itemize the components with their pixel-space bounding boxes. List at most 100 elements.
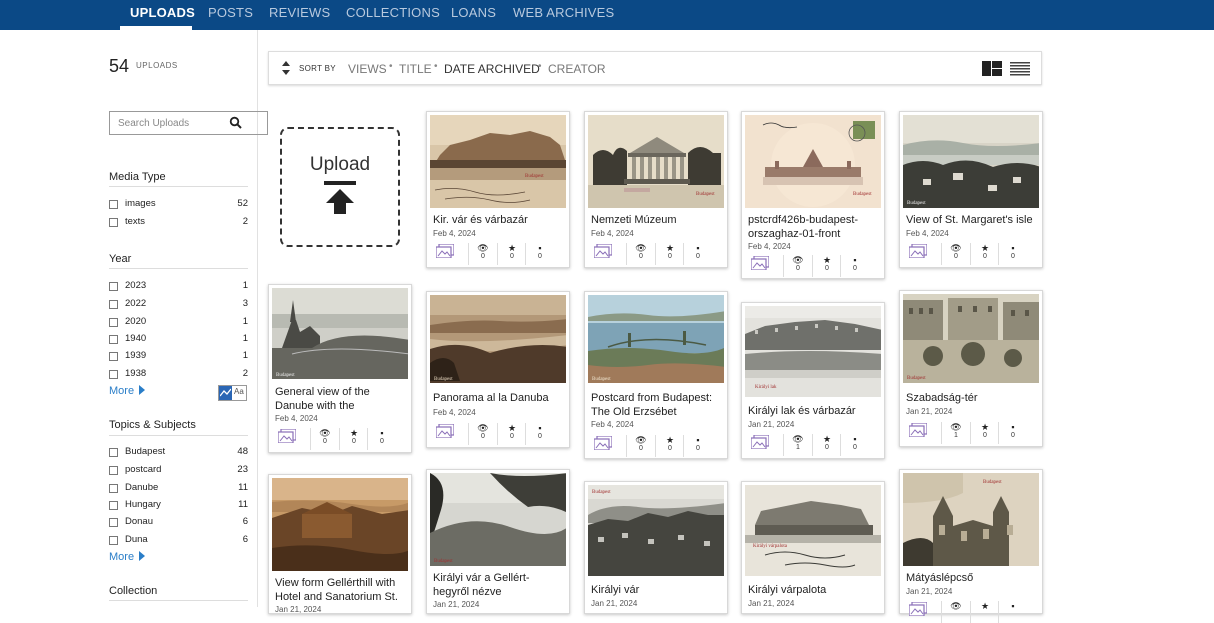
facet-item-year[interactable]: 1939 1 [109, 350, 248, 364]
facet-item-topic[interactable]: Donau 6 [109, 516, 248, 530]
checkbox[interactable] [109, 536, 118, 545]
facet-item-year[interactable]: 1940 1 [109, 333, 248, 347]
item-card[interactable]: Budapest Királyi vár a Gellért-hegyről n… [426, 469, 570, 614]
item-title[interactable]: Nemzeti Múzeum [591, 213, 721, 227]
sort-arrows-icon[interactable] [281, 60, 291, 76]
item-thumbnail[interactable]: Budapest [430, 473, 566, 566]
item-card[interactable]: View form Gellérthill with Hotel and San… [268, 474, 412, 614]
item-title[interactable]: General view of the Danube with the [275, 385, 405, 413]
sort-by-label: SORT BY [299, 64, 336, 73]
facet-item-year[interactable]: 2020 1 [109, 316, 248, 330]
item-title[interactable]: Királyi lak és várbazár [748, 404, 878, 418]
eye-icon: 👁 [635, 243, 647, 253]
item-thumbnail[interactable]: Budapest [588, 115, 724, 208]
item-thumbnail[interactable]: Budapest [588, 485, 724, 576]
checkbox[interactable] [109, 352, 118, 361]
item-card[interactable]: Királyi várpalota Királyi várpalota Jan … [741, 481, 885, 614]
checkbox[interactable] [109, 501, 118, 510]
item-title[interactable]: Kir. vár és várbazár [433, 213, 563, 227]
item-card[interactable]: Budapest Panorama al la Danuba Feb 4, 20… [426, 291, 570, 448]
item-thumbnail[interactable]: Budapest [903, 115, 1039, 208]
topics-more-link[interactable]: More [109, 551, 146, 563]
item-title[interactable]: Királyi vár [591, 583, 721, 597]
item-card[interactable]: Budapest General view of the Danube with… [268, 284, 412, 453]
checkbox[interactable] [109, 518, 118, 527]
item-title[interactable]: Szabadság-tér [906, 391, 1036, 405]
item-thumbnail[interactable]: Budapest [903, 473, 1039, 566]
facet-item-year[interactable]: 2022 3 [109, 298, 248, 312]
item-card[interactable]: Budapest Szabadság-tér Jan 21, 2024 👁 1 ★… [899, 290, 1043, 447]
tab-posts[interactable]: POSTS [208, 5, 253, 20]
item-card[interactable]: Budapest pstcrdf426b-budapest-orszaghaz-… [741, 111, 885, 279]
topic-sort-toggle[interactable]: Aa [218, 385, 247, 401]
item-thumbnail[interactable]: Budapest [430, 115, 566, 208]
tab-reviews[interactable]: REVIEWS [269, 5, 330, 20]
checkbox[interactable] [109, 318, 118, 327]
sort-option-creator[interactable]: CREATOR [548, 62, 606, 76]
tab-loans[interactable]: LOANS [451, 5, 496, 20]
search-input[interactable] [111, 113, 231, 133]
views-count: 0 [323, 438, 327, 445]
facet-item-topic[interactable]: postcard 23 [109, 464, 248, 478]
checkbox[interactable] [109, 370, 118, 379]
item-card[interactable]: Királyi lak Királyi lak és várbazár Jan … [741, 302, 885, 459]
checkbox[interactable] [109, 335, 118, 344]
tab-uploads[interactable]: UPLOADS [130, 5, 195, 20]
checkbox[interactable] [109, 200, 118, 209]
item-date: Jan 21, 2024 [906, 407, 953, 416]
item-card[interactable]: Budapest Postcard from Budapest: The Old… [584, 291, 728, 459]
uploads-count-label: UPLOADS [136, 61, 178, 70]
item-thumbnail[interactable]: Budapest [430, 295, 566, 383]
tile-view-icon[interactable] [982, 61, 1002, 76]
reviews-count: 0 [1011, 253, 1015, 260]
item-thumbnail[interactable] [272, 478, 408, 571]
item-title[interactable]: Postcard from Budapest: The Old Erzsébet [591, 391, 721, 419]
item-thumbnail[interactable]: Budapest [745, 115, 881, 208]
item-card[interactable]: Budapest Királyi vár Jan 21, 2024 [584, 481, 728, 614]
upload-button[interactable]: Upload [280, 127, 400, 247]
checkbox[interactable] [109, 484, 118, 493]
item-title[interactable]: View form Gellérthill with Hotel and San… [275, 576, 405, 604]
year-more-link[interactable]: More [109, 385, 146, 397]
image-mediatype-icon [594, 244, 612, 258]
item-title[interactable]: pstcrdf426b-budapest-orszaghaz-01-front [748, 213, 878, 241]
search-icon[interactable] [229, 116, 243, 130]
tab-web-archives[interactable]: WEB ARCHIVES [513, 5, 614, 20]
item-thumbnail[interactable]: Királyi várpalota [745, 485, 881, 576]
facet-item-year[interactable]: 2023 1 [109, 280, 248, 294]
facet-item-images[interactable]: images 52 [109, 198, 248, 212]
checkbox[interactable] [109, 282, 118, 291]
item-thumbnail[interactable]: Budapest [903, 294, 1039, 383]
item-title[interactable]: Királyi vár a Gellért-hegyről nézve [433, 571, 563, 599]
list-view-icon[interactable] [1010, 62, 1030, 76]
checkbox[interactable] [109, 448, 118, 457]
facet-item-topic[interactable]: Danube 11 [109, 482, 248, 496]
item-thumbnail[interactable]: Királyi lak [745, 306, 881, 397]
item-title[interactable]: View of St. Margaret's isle [906, 213, 1036, 227]
checkbox[interactable] [109, 466, 118, 475]
item-card[interactable]: Budapest Mátyáslépcső Jan 21, 2024 👁 ★ ▪ [899, 469, 1043, 623]
item-card[interactable]: Budapest Kir. vár és várbazár Feb 4, 202… [426, 111, 570, 268]
sort-option-title[interactable]: TITLE [399, 62, 432, 76]
item-title[interactable]: Királyi várpalota [748, 583, 878, 597]
alpha-sort-toggle[interactable]: Aa [234, 387, 244, 396]
chart-icon[interactable] [219, 386, 232, 400]
item-title[interactable]: Mátyáslépcső [906, 571, 1036, 585]
item-thumbnail[interactable]: Budapest [272, 288, 408, 379]
favorites-stat: ★ [978, 601, 992, 611]
facet-item-topic[interactable]: Duna 6 [109, 534, 248, 548]
item-title[interactable]: Panorama al la Danuba [433, 391, 563, 405]
checkbox[interactable] [109, 300, 118, 309]
facet-item-topic[interactable]: Hungary 11 [109, 499, 248, 513]
sort-option-date-archived[interactable]: DATE ARCHIVED [444, 62, 540, 76]
sort-option-views[interactable]: VIEWS [348, 62, 387, 76]
item-thumbnail[interactable]: Budapest [588, 295, 724, 383]
facet-item-texts[interactable]: texts 2 [109, 216, 248, 230]
facet-item-topic[interactable]: Budapest 48 [109, 446, 248, 460]
checkbox[interactable] [109, 218, 118, 227]
tab-collections[interactable]: COLLECTIONS [346, 5, 440, 20]
item-card[interactable]: Budapest Nemzeti Múzeum Feb 4, 2024 👁 0 ★… [584, 111, 728, 268]
divider [840, 434, 841, 456]
facet-item-year[interactable]: 1938 2 [109, 368, 248, 382]
item-card[interactable]: Budapest View of St. Margaret's isle Feb… [899, 111, 1043, 268]
